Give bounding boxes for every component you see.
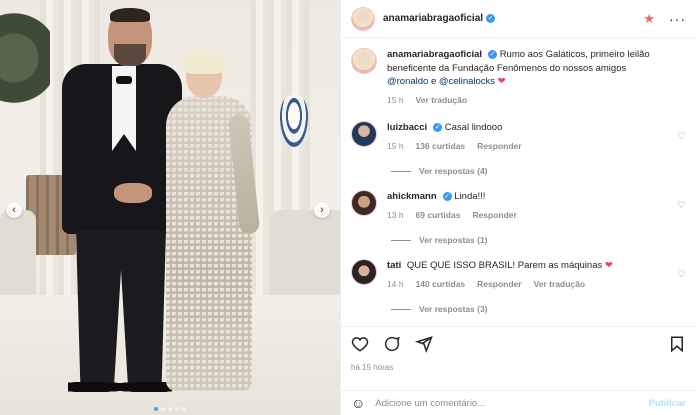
avatar[interactable]	[351, 190, 377, 216]
heart-emoji: ❤	[497, 76, 506, 87]
emoji-icon[interactable]: ☺	[351, 395, 365, 411]
comment-composer: ☺ Publicar	[341, 390, 696, 415]
caption-username[interactable]: anamariabragaoficial	[387, 49, 482, 60]
comment-likes[interactable]: 69 curtidas	[416, 209, 461, 223]
view-replies-label: Ver respostas (1)	[419, 235, 488, 245]
chevron-left-icon: ‹	[12, 204, 16, 216]
comment-username[interactable]: ahickmann	[387, 191, 437, 202]
comment-time[interactable]: 15 h	[387, 140, 404, 154]
carousel-dot	[154, 407, 158, 411]
save-icon[interactable]	[668, 335, 686, 353]
comment-time[interactable]: 13 h	[387, 209, 404, 223]
favorite-star-icon[interactable]: ★	[643, 11, 655, 27]
verified-icon: ✓	[488, 49, 498, 59]
comment-item: ahickmann ✓ Linda!!! 13 h 69 curtidas Res…	[351, 190, 686, 245]
post-side-panel: anamariabragaoficial ✓ ★ ··· anamariabra…	[340, 0, 696, 415]
carousel-dot	[175, 407, 179, 411]
verified-icon: ✓	[486, 14, 496, 23]
reply-button[interactable]: Responder	[477, 140, 521, 154]
comment-username[interactable]: tati	[387, 260, 401, 271]
previous-slide-button[interactable]: ‹	[6, 202, 22, 218]
comment-icon[interactable]	[383, 335, 401, 353]
avatar[interactable]	[351, 6, 375, 31]
caption-joiner: e	[430, 76, 437, 87]
see-translation-link[interactable]: Ver tradução	[534, 278, 586, 292]
comment-time[interactable]: 14 h	[387, 278, 404, 292]
verified-icon: ✓	[442, 191, 452, 201]
like-icon[interactable]	[351, 335, 369, 353]
divider	[391, 170, 411, 172]
avatar[interactable]	[351, 48, 377, 74]
divider	[391, 308, 411, 310]
caption: anamariabragaoficial ✓ Rumo aos Galáticos…	[351, 48, 686, 107]
view-replies-button[interactable]: Ver respostas (3)	[391, 304, 686, 314]
like-comment-icon[interactable]: ♡	[677, 131, 686, 142]
carousel-dot	[182, 407, 186, 411]
comment-username[interactable]: luizbacci	[387, 122, 427, 133]
see-translation-link[interactable]: Ver tradução	[416, 94, 468, 108]
like-comment-icon[interactable]: ♡	[677, 200, 686, 211]
like-comment-icon[interactable]: ♡	[677, 269, 686, 280]
comment-input[interactable]	[375, 397, 649, 409]
instagram-post: ‹ › anamariabragaoficial ✓ ★ ··· anamari…	[0, 0, 696, 415]
reply-button[interactable]: Responder	[477, 278, 521, 292]
avatar[interactable]	[351, 121, 377, 147]
verified-icon: ✓	[433, 122, 443, 132]
woman-figure	[160, 50, 261, 394]
view-replies-button[interactable]: Ver respostas (4)	[391, 166, 686, 176]
more-icon[interactable]: ···	[669, 11, 686, 27]
avatar[interactable]	[351, 259, 377, 285]
divider	[391, 239, 411, 241]
carousel-dot	[168, 407, 172, 411]
mention-celinalocks[interactable]: @celinalocks	[439, 76, 495, 87]
post-time[interactable]: há 15 horas	[351, 363, 686, 372]
post-header: anamariabragaoficial ✓ ★ ···	[341, 0, 696, 38]
next-slide-button[interactable]: ›	[314, 202, 330, 218]
share-icon[interactable]	[415, 335, 433, 353]
view-replies-label: Ver respostas (4)	[419, 166, 488, 176]
comment-item: luizbacci ✓ Casal lindooo 15 h 136 curtid…	[351, 121, 686, 176]
comment-likes[interactable]: 140 curtidas	[416, 278, 466, 292]
comments-list: anamariabragaoficial ✓ Rumo aos Galáticos…	[341, 38, 696, 314]
reply-button[interactable]: Responder	[472, 209, 516, 223]
action-bar: há 15 horas	[341, 326, 696, 372]
carousel-dot	[161, 407, 165, 411]
comment-likes[interactable]: 136 curtidas	[416, 140, 466, 154]
heart-emoji: ❤	[604, 260, 613, 271]
view-replies-label: Ver respostas (3)	[419, 304, 488, 314]
view-replies-button[interactable]: Ver respostas (1)	[391, 235, 686, 245]
chevron-right-icon: ›	[320, 204, 324, 216]
post-username[interactable]: anamariabragaoficial	[383, 13, 483, 24]
mention-ronaldo[interactable]: @ronaldo	[387, 76, 428, 87]
comment-text: QUE QUE ISSO BRASIL! Parem as máquinas	[406, 260, 603, 271]
carousel-dots	[0, 407, 340, 411]
post-photo[interactable]: ‹ ›	[0, 0, 340, 415]
plant	[0, 10, 50, 130]
comment-text: Linda!!!	[454, 191, 486, 202]
caption-time[interactable]: 15 h	[387, 94, 404, 108]
publish-button[interactable]: Publicar	[649, 398, 687, 409]
comment-text: Casal lindooo	[444, 122, 503, 133]
caption-meta: 15 h Ver tradução	[387, 94, 668, 108]
comment-item: tati QUE QUE ISSO BRASIL! Parem as máqui…	[351, 259, 686, 314]
vase	[280, 95, 308, 147]
